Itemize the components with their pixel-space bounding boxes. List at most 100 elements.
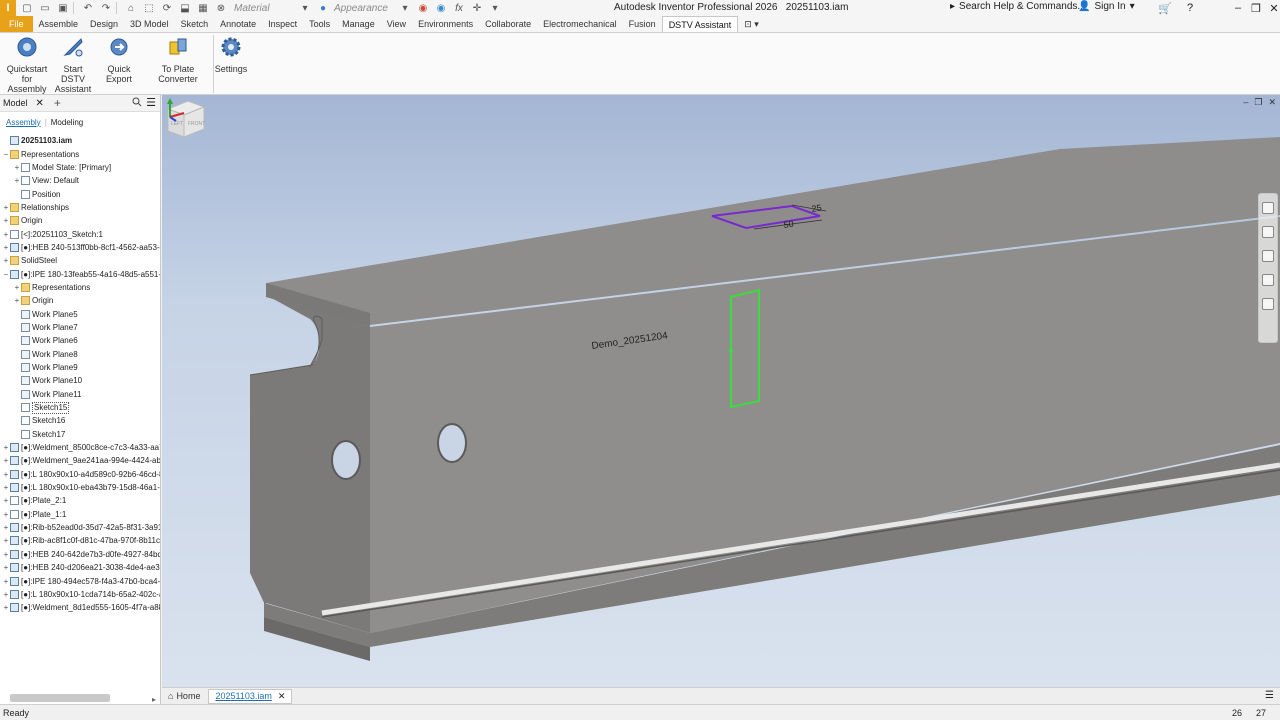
- tab-environments[interactable]: Environments: [412, 16, 479, 32]
- quickstart-assembly-button[interactable]: Quickstart for Assembly: [4, 36, 50, 94]
- tab-inspect[interactable]: Inspect: [262, 16, 303, 32]
- expand-icon[interactable]: +: [2, 575, 10, 588]
- cart-icon[interactable]: 🛒: [1155, 1, 1175, 15]
- expand-icon[interactable]: +: [13, 281, 21, 294]
- tree-item[interactable]: Work Plane6: [0, 334, 160, 347]
- tree-item[interactable]: + [●]:Plate_2:1: [0, 494, 160, 507]
- help-icon[interactable]: ?: [1180, 1, 1200, 15]
- properties-icon[interactable]: ▦: [196, 1, 210, 15]
- tree-item[interactable]: + Model State: [Primary]: [0, 161, 160, 174]
- menu-icon[interactable]: ☰: [146, 96, 156, 109]
- tab-annotate[interactable]: Annotate: [214, 16, 262, 32]
- tree-item[interactable]: + [●]:L 180x90x10-1cda714b-65a2-402c-a4: [0, 588, 160, 601]
- document-tab-active[interactable]: 20251103.iam ✕: [208, 688, 293, 704]
- expand-icon[interactable]: +: [2, 454, 10, 467]
- tree-item[interactable]: Work Plane7: [0, 321, 160, 334]
- search-icon[interactable]: [132, 97, 142, 109]
- dropdown-arrow-icon[interactable]: ▾: [398, 1, 412, 15]
- tab-3d-model[interactable]: 3D Model: [124, 16, 175, 32]
- dimension-50[interactable]: 50: [783, 219, 794, 230]
- tab-view[interactable]: View: [381, 16, 412, 32]
- open-file-icon[interactable]: ▭: [38, 1, 52, 15]
- plate-converter-button[interactable]: To Plate Converter: [144, 36, 212, 84]
- material-dropdown[interactable]: Material: [234, 3, 294, 14]
- expand-icon[interactable]: +: [2, 601, 10, 614]
- tab-assemble[interactable]: Assemble: [33, 16, 85, 32]
- tree-item[interactable]: + [●]:L 180x90x10-eba43b79-15d8-46a1-90: [0, 481, 160, 494]
- tree-item[interactable]: + Relationships: [0, 201, 160, 214]
- expand-icon[interactable]: +: [2, 548, 10, 561]
- tree-item[interactable]: Sketch17: [0, 428, 160, 441]
- orbit-icon[interactable]: [1262, 274, 1274, 286]
- color-override-icon[interactable]: ◉: [416, 1, 430, 15]
- redo-icon[interactable]: ↷: [99, 1, 113, 15]
- tab-fusion[interactable]: Fusion: [623, 16, 662, 32]
- tree-item[interactable]: Work Plane9: [0, 361, 160, 374]
- tree-item[interactable]: + [●]:L 180x90x10-a4d589c0-92b6-46cd-82: [0, 468, 160, 481]
- tab-file[interactable]: File: [0, 16, 33, 32]
- tree-item[interactable]: Sketch16: [0, 414, 160, 427]
- ribbon-options-icon[interactable]: ⊡ ▾: [738, 16, 765, 32]
- tree-item[interactable]: Sketch15: [0, 401, 160, 414]
- close-icon[interactable]: ✕: [1264, 1, 1280, 15]
- collapse-icon[interactable]: −: [2, 268, 10, 281]
- tree-item[interactable]: + Origin: [0, 294, 160, 307]
- return-icon[interactable]: ⬚: [142, 1, 156, 15]
- expand-icon[interactable]: +: [2, 561, 10, 574]
- expand-icon[interactable]: +: [13, 161, 21, 174]
- close-tab-icon[interactable]: ✕: [278, 691, 286, 702]
- tree-item[interactable]: + View: Default: [0, 174, 160, 187]
- minimize-icon[interactable]: –: [1228, 1, 1248, 15]
- mode-assembly[interactable]: Assembly: [6, 118, 41, 127]
- steering-wheel-icon[interactable]: [1262, 202, 1274, 214]
- beam-model[interactable]: 25 50 Demo_20251204: [162, 95, 1280, 687]
- dropdown-arrow-icon[interactable]: ▾: [488, 1, 502, 15]
- tab-tools[interactable]: Tools: [303, 16, 336, 32]
- restore-icon[interactable]: ❐: [1246, 1, 1266, 15]
- vp-close-icon[interactable]: ✕: [1268, 97, 1276, 108]
- select-icon[interactable]: ⬓: [178, 1, 192, 15]
- measure-icon[interactable]: ⊗: [214, 1, 228, 15]
- mode-modeling[interactable]: Modeling: [51, 118, 83, 127]
- tab-sketch[interactable]: Sketch: [175, 16, 215, 32]
- tree-item[interactable]: + [●]:IPE 180-494ec578-f4a3-47b0-bca4-47: [0, 574, 160, 588]
- tree-item[interactable]: Work Plane10: [0, 374, 160, 387]
- tree-item[interactable]: + [●]:Weldment_8d1ed555-1605-4f7a-a88a-: [0, 601, 160, 614]
- customize-icon[interactable]: ✛: [470, 1, 484, 15]
- tree-item[interactable]: + [●]:Weldment_9ae241aa-994e-4424-ab69: [0, 454, 160, 467]
- expand-icon[interactable]: +: [13, 174, 21, 187]
- tree-item[interactable]: + SolidSteel: [0, 254, 160, 267]
- add-browser-icon[interactable]: +: [54, 96, 61, 110]
- collapse-icon[interactable]: −: [2, 148, 10, 161]
- undo-icon[interactable]: ↶: [81, 1, 95, 15]
- scroll-right-icon[interactable]: ▸: [152, 695, 156, 704]
- tab-dstv-assistant[interactable]: DSTV Assistant: [661, 16, 739, 32]
- tree-item[interactable]: − Representations: [0, 147, 160, 161]
- expand-icon[interactable]: +: [2, 521, 10, 534]
- update-icon[interactable]: ⟳: [160, 1, 174, 15]
- expand-icon[interactable]: +: [2, 228, 10, 241]
- vp-restore-icon[interactable]: ❐: [1254, 97, 1262, 108]
- look-at-icon[interactable]: [1262, 298, 1274, 310]
- tab-electromechanical[interactable]: Electromechanical: [537, 16, 623, 32]
- expand-icon[interactable]: +: [2, 534, 10, 547]
- pan-icon[interactable]: [1262, 226, 1274, 238]
- tree-item[interactable]: Work Plane8: [0, 348, 160, 361]
- tab-collaborate[interactable]: Collaborate: [479, 16, 537, 32]
- tree-item[interactable]: + [●]:Rib-ac8f1c0f-d81c-47ba-970f-8b11ce1: [0, 534, 160, 547]
- search-help[interactable]: ▸ Search Help & Commands...: [950, 1, 1086, 12]
- tabs-menu-icon[interactable]: ☰: [1265, 690, 1274, 701]
- appearance-dropdown[interactable]: Appearance: [334, 3, 394, 14]
- tab-manage[interactable]: Manage: [336, 16, 381, 32]
- clear-appearance-icon[interactable]: ◉: [434, 1, 448, 15]
- expand-icon[interactable]: +: [2, 481, 10, 494]
- tree-item[interactable]: − [●]:IPE 180-13feab55-4a16-48d5-a551-10: [0, 267, 160, 281]
- expand-icon[interactable]: +: [2, 588, 10, 601]
- quick-export-button[interactable]: Quick Export: [96, 36, 142, 84]
- tree-item[interactable]: + [●]:Plate_1:1: [0, 508, 160, 521]
- tree-item[interactable]: Position: [0, 187, 160, 200]
- app-logo[interactable]: I: [0, 0, 16, 16]
- tree-item[interactable]: + [●]:Weldment_8500c8ce-c7c3-4a33-aa7f-: [0, 441, 160, 454]
- expand-icon[interactable]: +: [2, 494, 10, 507]
- expand-icon[interactable]: +: [2, 214, 10, 227]
